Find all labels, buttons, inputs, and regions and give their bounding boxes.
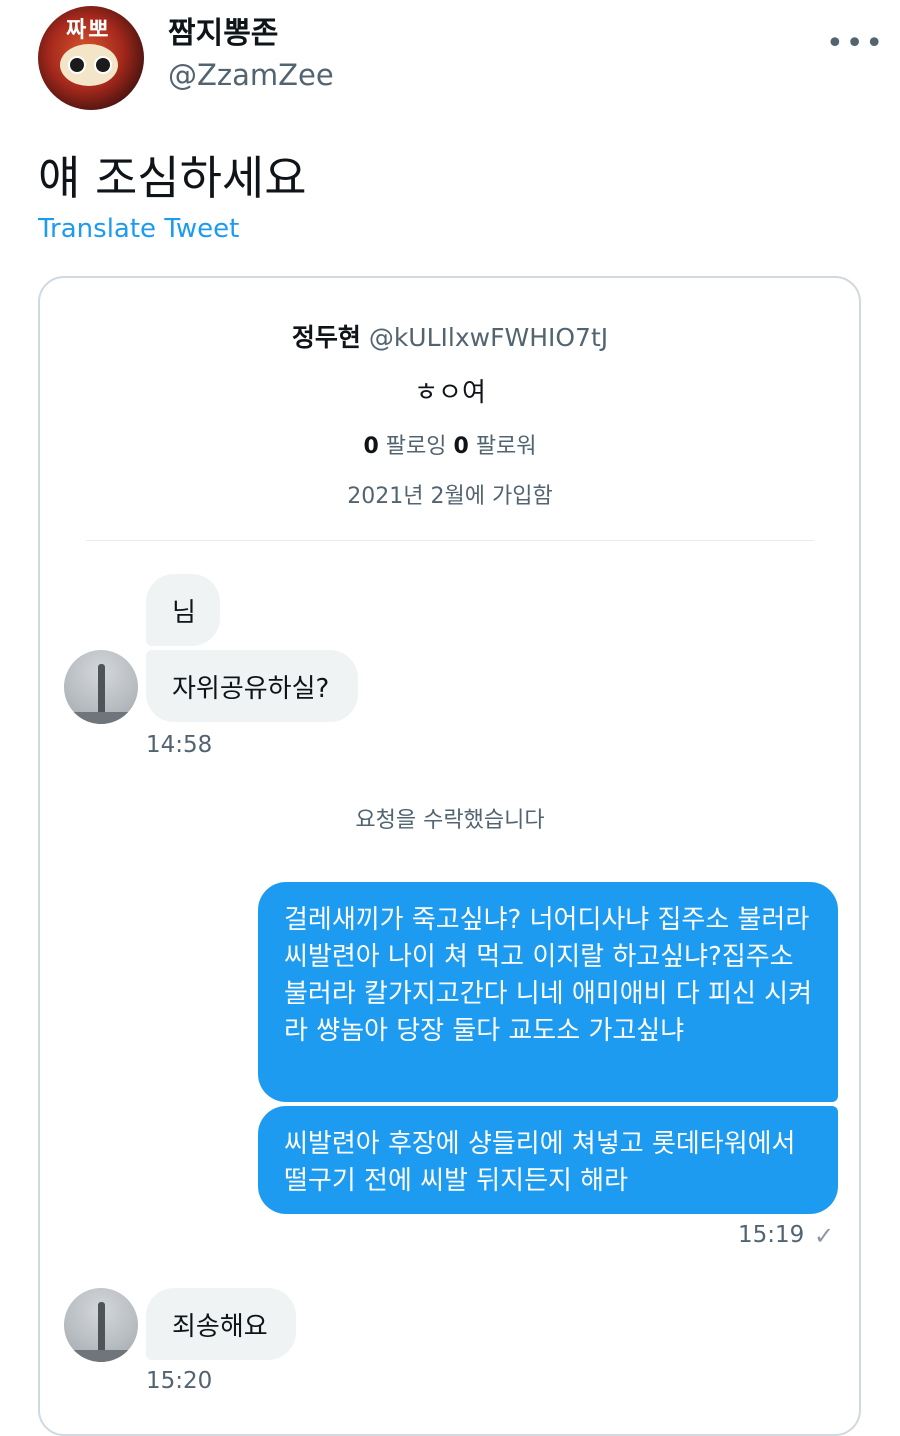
author-display-name[interactable]: 짬지뽕존 xyxy=(168,8,278,52)
followers-label: 팔로워 xyxy=(475,434,537,459)
sender-avatar xyxy=(64,650,138,724)
message-timestamp: 15:19 xyxy=(738,1222,805,1248)
avatar-logo-text: 짜뽀 xyxy=(66,18,111,43)
incoming-message: 자위공유하실? xyxy=(146,650,358,722)
city-skyline xyxy=(64,712,138,724)
divider xyxy=(86,540,814,541)
dm-profile-handle: @kULIlxwFWHIO7tJ xyxy=(368,323,609,352)
dm-joined-date: 2021년 2월에 가입함 xyxy=(347,484,553,509)
following-label: 팔로잉 xyxy=(385,434,447,459)
avatar-character xyxy=(60,44,118,86)
message-text: 씨발련아 후장에 샹들리에 쳐넣고 롯데타워에서 떨구기 전에 씨발 뒤지든지 … xyxy=(284,1129,796,1196)
request-accepted-notice: 요청을 수락했습니다 xyxy=(355,808,545,833)
author-avatar[interactable]: 짜뽀 xyxy=(38,6,144,110)
following-count: 0 xyxy=(363,434,379,459)
author-handle[interactable]: @ZzamZee xyxy=(168,58,334,92)
dm-profile-header: 정두현 @kULIlxwFWHIO7tJ xyxy=(0,318,900,354)
city-skyline xyxy=(64,1350,138,1362)
dm-follow-counts: 0 팔로잉 0 팔로워 xyxy=(0,428,900,460)
message-text: 자위공유하실? xyxy=(172,673,330,704)
outgoing-message: 걸레새끼가 죽고싶냐? 너어디사냐 집주소 불러라 씨발련아 나이 쳐 먹고 이… xyxy=(258,882,838,1102)
sender-avatar xyxy=(64,1288,138,1362)
more-options-icon[interactable]: ••• xyxy=(826,26,885,61)
message-timestamp: 15:20 xyxy=(146,1368,213,1394)
message-text: 걸레새끼가 죽고싶냐? 너어디사냐 집주소 불러라 씨발련아 나이 쳐 먹고 이… xyxy=(284,905,812,1046)
check-icon: ✓ xyxy=(814,1222,835,1250)
dm-profile-name: 정두현 xyxy=(291,323,361,352)
avatar-eye-icon xyxy=(94,56,112,74)
outgoing-message: 씨발련아 후장에 샹들리에 쳐넣고 롯데타워에서 떨구기 전에 씨발 뒤지든지 … xyxy=(258,1106,838,1214)
incoming-message: 님 xyxy=(146,574,220,646)
message-text: 님 xyxy=(172,597,196,628)
message-timestamp: 14:58 xyxy=(146,732,213,758)
dm-profile-bio: ㅎㅇ여 xyxy=(414,378,486,408)
tweet-text: 얘 조심하세요 xyxy=(38,151,307,205)
message-text: 죄송해요 xyxy=(172,1311,268,1342)
followers-count: 0 xyxy=(453,434,469,459)
translate-tweet-link[interactable]: Translate Tweet xyxy=(38,214,239,244)
incoming-message: 죄송해요 xyxy=(146,1288,296,1360)
avatar-eye-icon xyxy=(68,56,86,74)
